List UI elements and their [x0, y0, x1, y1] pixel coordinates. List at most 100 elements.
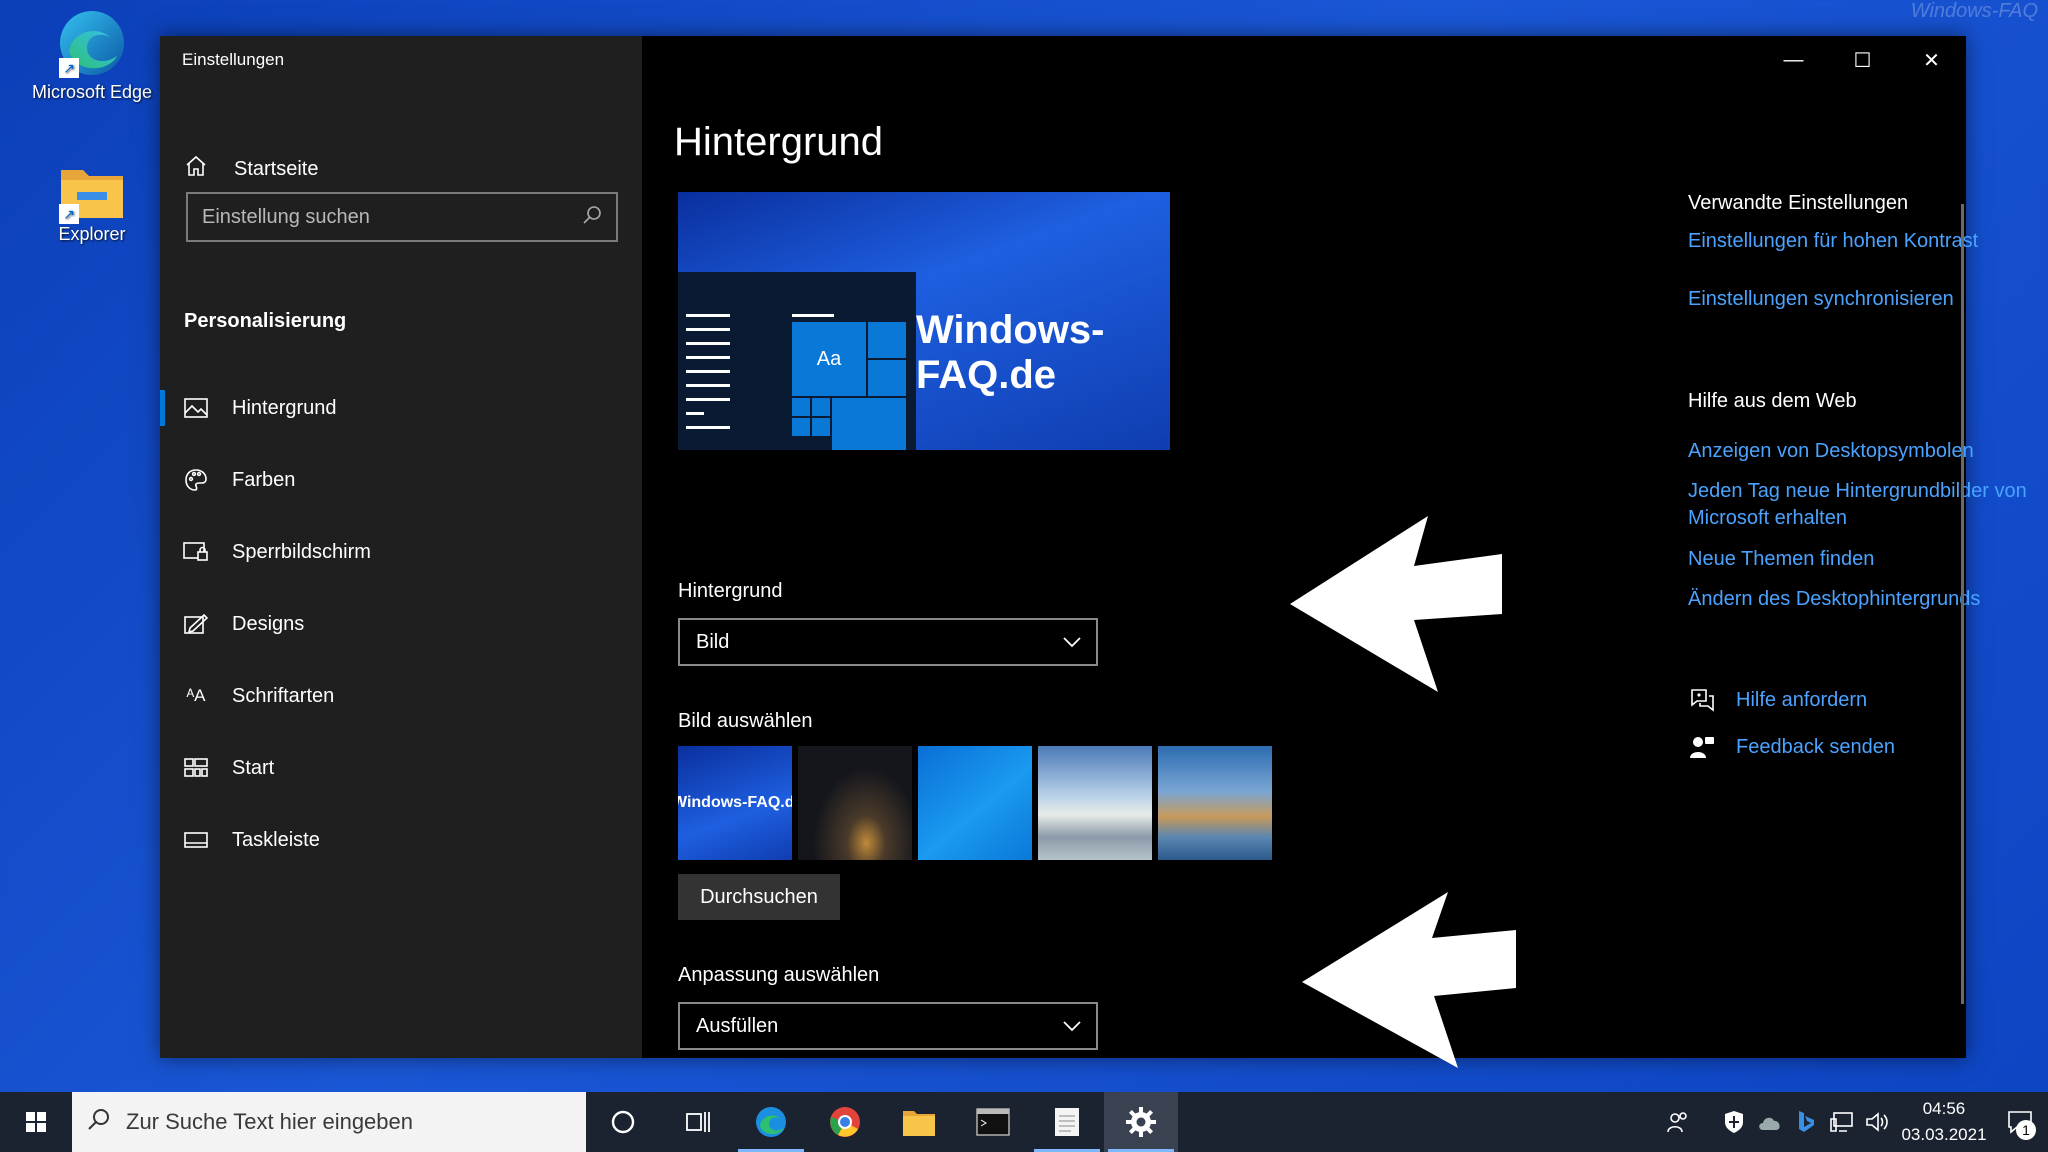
- cortana-icon: [611, 1110, 635, 1134]
- scrollbar[interactable]: [1961, 204, 1964, 1004]
- browse-button[interactable]: Durchsuchen: [678, 874, 840, 920]
- task-view-icon: [686, 1112, 710, 1132]
- find-themes-link[interactable]: Neue Themen finden: [1688, 546, 1874, 573]
- choose-image-label: Bild auswählen: [678, 710, 813, 732]
- clock-date: 03.03.2021: [1901, 1125, 1987, 1144]
- preview-wallpaper-text: Windows-FAQ.de: [916, 308, 1105, 397]
- thumbnail-2[interactable]: [798, 746, 912, 860]
- get-help-row[interactable]: Hilfe anfordern: [1688, 688, 1867, 712]
- image-icon: [182, 396, 210, 420]
- get-help-label: Hilfe anfordern: [1736, 688, 1868, 711]
- preview-menu-lines: [686, 314, 730, 440]
- folder-icon: [903, 1111, 935, 1136]
- fit-value: Ausfüllen: [696, 1014, 779, 1037]
- window-title: Einstellungen: [182, 50, 285, 69]
- terminal-icon: [976, 1108, 1010, 1136]
- tray-spacer: [1696, 1092, 1716, 1152]
- sidebar-item-hintergrund[interactable]: Hintergrund: [160, 372, 642, 444]
- preview-tile-text: Aa: [792, 322, 866, 396]
- sidebar-item-label: Farben: [232, 468, 296, 491]
- sidebar: Einstellungen Startseite Personalisierun…: [160, 36, 642, 1058]
- preview-bar: [792, 314, 834, 317]
- taskbar-clock[interactable]: 04:56 03.03.2021: [1896, 1096, 1992, 1148]
- sidebar-item-start[interactable]: Start: [160, 732, 642, 804]
- desktop-icon-label: Explorer: [58, 224, 126, 244]
- action-center-button[interactable]: 1: [1992, 1092, 2048, 1152]
- lockscreen-icon: [182, 540, 210, 564]
- volume-icon[interactable]: [1860, 1092, 1896, 1152]
- sync-settings-link[interactable]: Einstellungen synchronisieren: [1688, 286, 1954, 313]
- chrome-icon: [830, 1107, 860, 1137]
- sidebar-item-designs[interactable]: Designs: [160, 588, 642, 660]
- settings-search[interactable]: [186, 192, 618, 242]
- gear-icon: [1126, 1107, 1156, 1137]
- taskbar-explorer[interactable]: [882, 1092, 956, 1152]
- desktop-icon-edge[interactable]: ↗ Microsoft Edge: [22, 8, 162, 103]
- onedrive-icon[interactable]: [1752, 1092, 1788, 1152]
- sidebar-item-label: Taskleiste: [232, 828, 320, 851]
- sidebar-item-label: Sperrbildschirm: [232, 540, 371, 563]
- preview-tiles: Aa: [792, 322, 906, 450]
- background-type-dropdown[interactable]: Bild: [678, 618, 1098, 666]
- annotation-arrow-icon: [1290, 516, 1502, 692]
- clock-time: 04:56: [1922, 1099, 1966, 1118]
- image-thumbnails: Windows-FAQ.de: [678, 746, 1272, 860]
- bing-icon[interactable]: [1788, 1092, 1824, 1152]
- people-icon[interactable]: [1660, 1092, 1696, 1152]
- thumbnail-3[interactable]: [918, 746, 1032, 860]
- desktop-icons-link[interactable]: Anzeigen von Desktopsymbolen: [1688, 438, 1974, 465]
- thumbnail-1[interactable]: Windows-FAQ.de: [678, 746, 792, 860]
- sidebar-item-label: Designs: [232, 612, 305, 635]
- home-icon: [184, 154, 212, 184]
- nav-home[interactable]: Startseite: [184, 154, 318, 184]
- taskbar-chrome[interactable]: [808, 1092, 882, 1152]
- main-content: Hintergrund Windows-FAQ.de Aa Hintergrun…: [642, 36, 2027, 1068]
- web-help-heading: Hilfe aus dem Web: [1688, 390, 1857, 412]
- settings-search-input[interactable]: [202, 205, 582, 229]
- thumbnail-text: Windows-FAQ.de: [678, 794, 792, 811]
- notification-badge: 1: [2016, 1120, 2036, 1140]
- edge-icon: ↗: [57, 8, 127, 78]
- thumbnail-4[interactable]: [1038, 746, 1152, 860]
- chevron-down-icon: [1062, 1015, 1082, 1038]
- fonts-icon: ᴬA: [186, 686, 206, 705]
- fit-dropdown[interactable]: Ausfüllen: [678, 1002, 1098, 1050]
- related-heading: Verwandte Einstellungen: [1688, 192, 1909, 214]
- thumbnail-5[interactable]: [1158, 746, 1272, 860]
- start-icon: [182, 756, 210, 780]
- search-icon[interactable]: [582, 205, 602, 230]
- network-icon[interactable]: [1824, 1092, 1860, 1152]
- start-button[interactable]: [0, 1092, 72, 1152]
- sidebar-item-sperrbildschirm[interactable]: Sperrbildschirm: [160, 516, 642, 588]
- settings-window: Einstellungen Startseite Personalisierun…: [160, 36, 2027, 1068]
- page-title: Hintergrund: [674, 120, 884, 164]
- system-tray: 04:56 03.03.2021 1: [1660, 1092, 2048, 1152]
- taskbar-edge[interactable]: [734, 1092, 808, 1152]
- sidebar-item-taskleiste[interactable]: Taskleiste: [160, 804, 642, 876]
- background-preview: Windows-FAQ.de Aa: [678, 192, 1170, 450]
- sidebar-item-label: Hintergrund: [232, 396, 337, 419]
- taskbar-terminal[interactable]: [956, 1092, 1030, 1152]
- taskbar-search-input[interactable]: [126, 1109, 586, 1135]
- change-background-link[interactable]: Ändern des Desktophintergrunds: [1688, 586, 1980, 613]
- folder-icon: ↗: [59, 162, 125, 224]
- taskbar-notepad[interactable]: [1030, 1092, 1104, 1152]
- high-contrast-link[interactable]: Einstellungen für hohen Kontrast: [1688, 228, 1978, 255]
- feedback-row[interactable]: Feedback senden: [1688, 734, 1895, 760]
- help-chat-icon: [1688, 688, 1716, 712]
- task-view-button[interactable]: [660, 1092, 734, 1152]
- taskbar-icon: [182, 828, 210, 852]
- cortana-button[interactable]: [586, 1092, 660, 1152]
- nav-list: Hintergrund Farben Sperrbildschirm Desig…: [160, 372, 642, 876]
- sidebar-item-schriftarten[interactable]: ᴬA Schriftarten: [160, 660, 642, 732]
- desktop-icon-explorer[interactable]: ↗ Explorer: [22, 162, 162, 245]
- security-shield-icon[interactable]: [1716, 1092, 1752, 1152]
- sidebar-item-label: Start: [232, 756, 275, 779]
- daily-wallpaper-link[interactable]: Jeden Tag neue Hintergrundbilder von Mic…: [1688, 478, 2048, 532]
- feedback-icon: [1688, 734, 1716, 760]
- section-heading: Personalisierung: [184, 310, 347, 332]
- annotation-arrow-icon: [1302, 892, 1516, 1068]
- taskbar-settings[interactable]: [1104, 1092, 1178, 1152]
- sidebar-item-farben[interactable]: Farben: [160, 444, 642, 516]
- taskbar-search[interactable]: [72, 1092, 586, 1152]
